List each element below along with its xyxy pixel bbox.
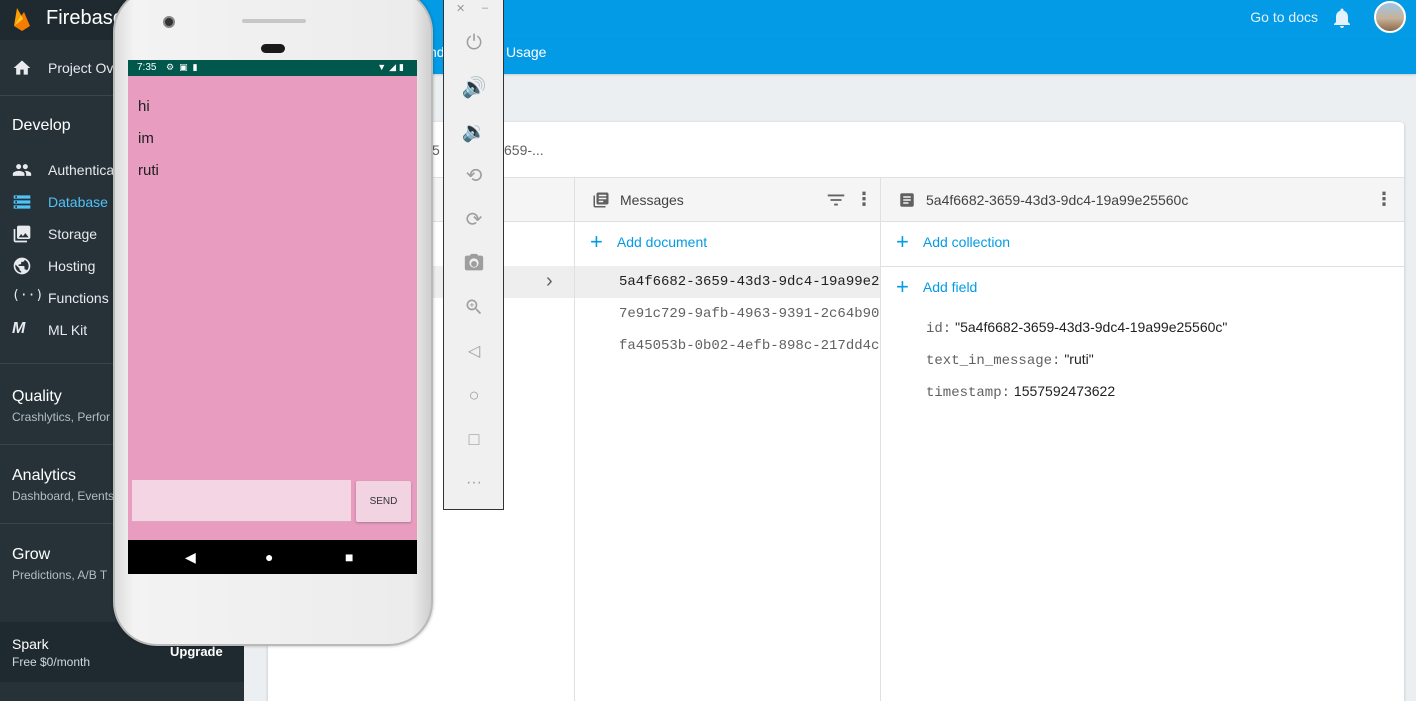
plan-name: Spark (12, 636, 49, 652)
status-time: 7:35 (137, 62, 157, 73)
home-icon (13, 60, 31, 75)
collection-title: Messages (620, 191, 684, 208)
field-key: timestamp: (926, 385, 1011, 401)
add-document-button[interactable]: + Add document (590, 229, 708, 254)
field-key: text_in_message: (926, 353, 1061, 369)
collection-column-header: Messages ⋮ (575, 178, 880, 221)
section-analytics[interactable]: Analytics (12, 467, 76, 485)
recents-icon[interactable]: ■ (345, 549, 353, 565)
document-title: 5a4f6682-3659-43d3-9dc4-19a99e25560c (926, 191, 1189, 208)
close-icon[interactable]: ✕ (456, 2, 465, 15)
plus-icon: + (896, 274, 909, 299)
signal-battery-icons: ▼◢▮ (377, 62, 407, 72)
rotate-right-icon[interactable]: ⟳ (462, 207, 486, 231)
sidebar-item-label: Database (48, 194, 108, 210)
message-input[interactable] (132, 480, 351, 522)
document-row[interactable]: 7e91c729-9afb-4963-9391-2c64b90 (575, 298, 880, 330)
home-circle-icon[interactable]: ● (265, 549, 273, 565)
zoom-icon[interactable] (462, 295, 486, 319)
divider (268, 221, 1404, 222)
front-camera (163, 16, 175, 28)
section-develop[interactable]: Develop (12, 117, 71, 135)
plus-icon: + (590, 229, 603, 254)
document-column-header: 5a4f6682-3659-43d3-9dc4-19a99e25560c ⋮ (881, 178, 1404, 221)
message-item: im (138, 130, 154, 147)
column-divider (574, 177, 575, 701)
mlkit-icon: M (12, 320, 26, 337)
upgrade-button[interactable]: Upgrade (170, 644, 223, 659)
chevron-right-icon: › (546, 270, 553, 292)
functions-icon: (··) (12, 288, 44, 303)
sidebar-item-label: Authentica (48, 162, 115, 178)
field-value: "ruti" (1064, 351, 1094, 367)
section-grow-subtitle: Predictions, A/B T (12, 568, 108, 582)
filter-icon[interactable] (825, 189, 847, 211)
section-quality-subtitle: Crashlytics, Perfor (12, 410, 111, 424)
send-button[interactable]: SEND (356, 481, 411, 522)
earpiece (261, 44, 285, 53)
field-value: 1557592473622 (1013, 383, 1116, 399)
field-row[interactable]: timestamp: 1557592473622 (926, 383, 1115, 401)
sidebar-item-label: ML Kit (48, 322, 88, 338)
document-row[interactable]: fa45053b-0b02-4efb-898c-217dd4c (575, 330, 880, 362)
emulator-toolbar: ✕ – ⏻ 🔊 🔉 ⟲ ⟳ ◁ ○ □ ··· (443, 0, 504, 510)
rotate-left-icon[interactable]: ⟲ (462, 163, 486, 187)
camera-icon[interactable] (462, 251, 486, 275)
notification-icons: ⚙▣▮ (166, 62, 203, 72)
field-key: id: (926, 321, 952, 337)
volume-down-icon[interactable]: 🔉 (462, 119, 487, 143)
user-avatar[interactable] (1374, 1, 1406, 33)
column-divider (880, 177, 881, 701)
data-path-prefix: 5 (432, 142, 440, 158)
field-value: "5a4f6682-3659-43d3-9dc4-19a99e25560c" (955, 319, 1228, 335)
more-horizontal-icon[interactable]: ··· (462, 471, 486, 495)
plan-price: Free $0/month (12, 655, 91, 669)
back-icon[interactable]: ◀ (185, 549, 196, 566)
go-to-docs-link[interactable]: Go to docs (1250, 9, 1318, 25)
plus-icon: + (896, 229, 909, 254)
speaker-grill (242, 19, 306, 23)
field-row[interactable]: id: "5a4f6682-3659-43d3-9dc4-19a99e25560… (926, 319, 1227, 337)
add-document-label: Add document (616, 234, 708, 250)
section-grow[interactable]: Grow (12, 546, 50, 564)
collection-icon (593, 192, 609, 207)
minimize-icon[interactable]: – (482, 2, 488, 14)
add-collection-label: Add collection (922, 234, 1011, 250)
message-item: hi (138, 98, 150, 115)
globe-icon (13, 257, 31, 275)
sidebar-item-label: Storage (48, 226, 98, 242)
power-icon[interactable]: ⏻ (462, 31, 486, 55)
sidebar-item-label: Project Ov (48, 60, 114, 76)
back-triangle-icon[interactable]: ◁ (462, 339, 486, 363)
add-field-button[interactable]: + Add field (896, 274, 978, 299)
add-field-label: Add field (922, 279, 978, 295)
section-quality[interactable]: Quality (12, 388, 62, 406)
sidebar-item-label: Hosting (48, 258, 96, 274)
message-item: ruti (138, 162, 159, 179)
field-row[interactable]: text_in_message: "ruti" (926, 351, 1094, 369)
home-circle-outline-icon[interactable]: ○ (462, 383, 486, 407)
tab-usage[interactable]: Usage (506, 44, 546, 60)
status-bar: 7:35 ⚙▣▮ ▼◢▮ (128, 60, 417, 76)
database-icon (13, 195, 31, 209)
people-icon (12, 164, 32, 176)
sidebar-item-label: Functions (48, 290, 109, 306)
firebase-logo-icon (14, 8, 30, 31)
divider (881, 266, 1404, 267)
phone-screen: 7:35 ⚙▣▮ ▼◢▮ hi im ruti SEND ◀ ● ■ (128, 60, 417, 574)
overview-square-icon[interactable]: □ (462, 427, 486, 451)
document-more-icon[interactable]: ⋮ (1375, 189, 1393, 210)
add-collection-button[interactable]: + Add collection (896, 229, 1011, 254)
section-analytics-subtitle: Dashboard, Events (12, 489, 115, 503)
android-nav-bar: ◀ ● ■ (128, 540, 417, 574)
brand-name: Firebase (46, 7, 124, 29)
bell-icon[interactable] (1330, 6, 1354, 30)
data-path[interactable]: 659-... (504, 142, 544, 158)
document-icon (900, 192, 914, 207)
document-row[interactable]: 5a4f6682-3659-43d3-9dc4-19a99e2 (575, 266, 880, 298)
volume-up-icon[interactable]: 🔊 (462, 75, 487, 99)
storage-icon (13, 225, 31, 243)
collection-more-icon[interactable]: ⋮ (855, 189, 873, 210)
